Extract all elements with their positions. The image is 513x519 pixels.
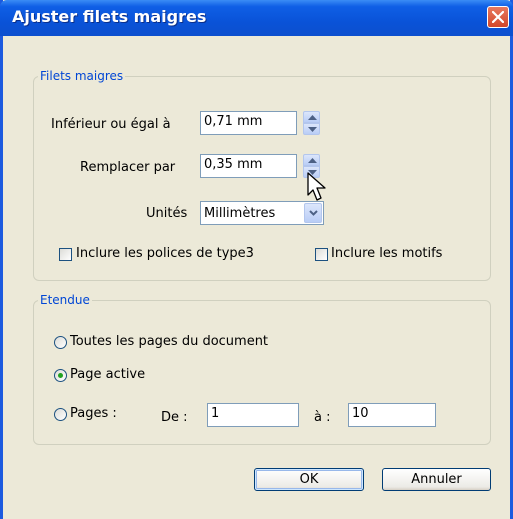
units-select[interactable]: Millimètres: [200, 201, 324, 225]
arrow-up-icon: [308, 158, 317, 163]
units-dropdown-button[interactable]: [304, 203, 322, 223]
include-patterns-label[interactable]: Inclure les motifs: [331, 246, 442, 261]
active-page-label[interactable]: Page active: [70, 367, 145, 382]
etendue-legend: Etendue: [40, 293, 90, 307]
include-type3-checkbox[interactable]: [59, 248, 72, 261]
all-pages-label[interactable]: Toutes les pages du document: [70, 334, 268, 349]
replace-with-label: Remplacer par: [80, 160, 176, 175]
title-bar[interactable]: Ajuster filets maigres: [0, 0, 513, 36]
lower-threshold-value: 0,71 mm: [204, 114, 263, 129]
replace-with-value: 0,35 mm: [204, 157, 263, 172]
replace-with-input[interactable]: 0,35 mm: [200, 154, 297, 178]
close-button[interactable]: [487, 6, 509, 28]
lower-threshold-input[interactable]: 0,71 mm: [200, 111, 297, 135]
to-label: à :: [314, 410, 331, 425]
chevron-down-icon: [309, 210, 318, 216]
close-icon: [492, 11, 504, 23]
lower-threshold-label: Inférieur ou égal à: [51, 117, 171, 132]
window-title: Ajuster filets maigres: [12, 7, 207, 26]
radio-selected-dot: [58, 373, 63, 378]
from-page-value: 1: [211, 406, 220, 421]
lower-threshold-spinner[interactable]: [303, 111, 320, 135]
lower-spin-up-button[interactable]: [303, 111, 320, 123]
include-patterns-checkbox[interactable]: [315, 248, 328, 261]
arrow-down-icon: [308, 127, 317, 132]
lower-spin-down-button[interactable]: [303, 123, 320, 135]
units-select-value: Millimètres: [204, 206, 276, 221]
to-page-value: 10: [352, 406, 369, 421]
active-page-radio[interactable]: [54, 369, 67, 382]
filets-maigres-legend: Filets maigres: [40, 69, 124, 83]
mouse-pointer-icon: [307, 172, 326, 201]
ok-button[interactable]: OK: [254, 468, 364, 491]
arrow-up-icon: [308, 115, 317, 120]
include-type3-label[interactable]: Inclure les polices de type3: [76, 246, 254, 261]
cancel-button[interactable]: Annuler: [382, 468, 491, 491]
to-page-input[interactable]: 10: [348, 403, 436, 427]
from-label: De :: [161, 410, 188, 425]
from-page-input[interactable]: 1: [207, 403, 299, 427]
pages-label[interactable]: Pages :: [70, 406, 117, 421]
pages-radio[interactable]: [54, 408, 67, 421]
replace-spin-up-button[interactable]: [303, 154, 320, 166]
all-pages-radio[interactable]: [54, 336, 67, 349]
units-label: Unités: [146, 206, 188, 221]
